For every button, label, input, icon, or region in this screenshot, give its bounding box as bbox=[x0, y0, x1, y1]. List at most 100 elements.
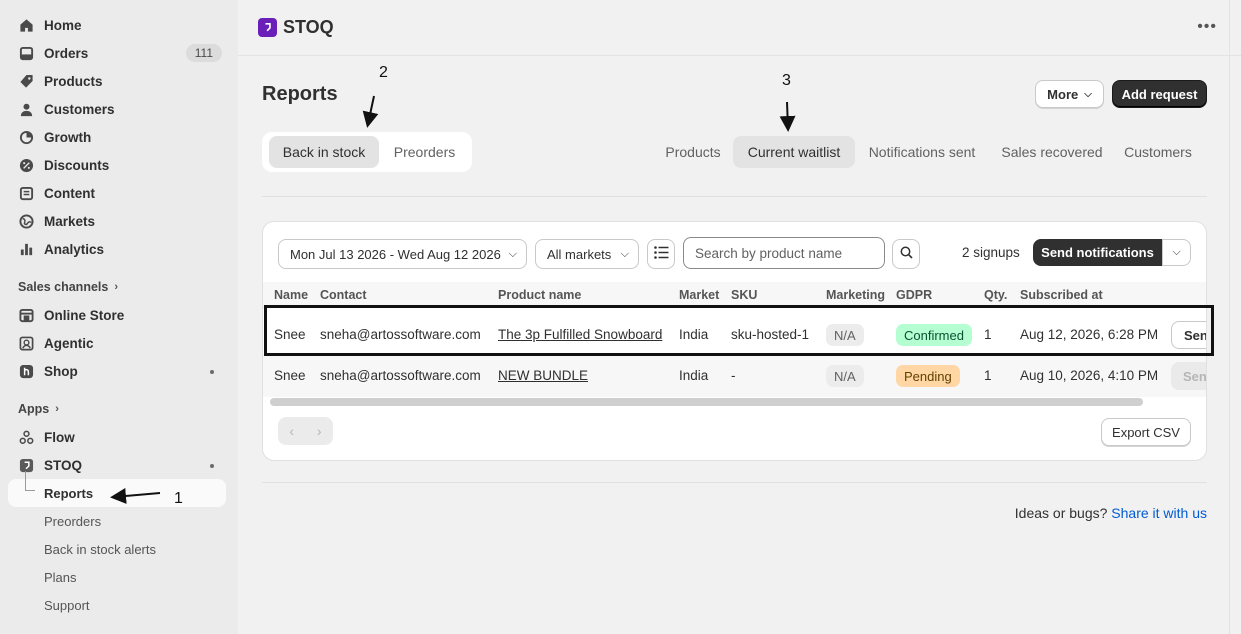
discount-icon bbox=[18, 157, 34, 173]
tab-notifications-sent[interactable]: Notifications sent bbox=[861, 136, 983, 168]
chevron-down-icon: ⌵ bbox=[1172, 246, 1181, 258]
sub-nav-preorders[interactable]: Preorders bbox=[0, 507, 238, 535]
sub-nav-back-in-stock-alerts[interactable]: Back in stock alerts bbox=[0, 535, 238, 563]
columns-toggle-button[interactable] bbox=[647, 239, 675, 269]
market-select[interactable]: All markets ⌵ bbox=[535, 239, 639, 269]
cell-contact: sneha@artossoftware.com bbox=[320, 368, 481, 383]
next-page-icon[interactable]: › bbox=[317, 423, 322, 439]
sub-nav-label: Preorders bbox=[44, 513, 102, 529]
nav-agentic[interactable]: Agentic bbox=[0, 329, 238, 357]
tab-customers[interactable]: Customers bbox=[1118, 136, 1198, 168]
more-label: More bbox=[1047, 86, 1079, 102]
sub-nav-plans[interactable]: Plans bbox=[0, 563, 238, 591]
more-button[interactable]: More ⌵ bbox=[1035, 80, 1104, 108]
table-row[interactable]: Snee sneha@artossoftware.com NEW BUNDLE … bbox=[263, 356, 1206, 397]
tab-current-waitlist[interactable]: Current waitlist bbox=[733, 136, 855, 168]
column-header[interactable]: SKU bbox=[731, 288, 757, 302]
sub-nav-support[interactable]: Support bbox=[0, 591, 238, 619]
chevron-right-icon: › bbox=[114, 281, 118, 293]
export-csv-button[interactable]: Export CSV bbox=[1101, 418, 1191, 446]
nav-label: Flow bbox=[44, 429, 75, 445]
nav-analytics[interactable]: Analytics bbox=[0, 235, 238, 263]
sidebar: Home Orders 111 Products Customers Growt… bbox=[0, 0, 238, 634]
sales-channels-heading[interactable]: Sales channels › bbox=[0, 273, 238, 301]
add-request-button[interactable]: Add request bbox=[1112, 80, 1207, 108]
date-range-picker[interactable]: Mon Jul 13 2026 - Wed Aug 12 2026 ⌵ bbox=[278, 239, 527, 269]
cell-market: India bbox=[679, 368, 709, 383]
send-notifications-button[interactable]: Send notifications bbox=[1033, 239, 1162, 266]
sub-nav-label: Reports bbox=[44, 485, 94, 501]
tab-sales-recovered[interactable]: Sales recovered bbox=[994, 136, 1110, 168]
chevron-down-icon: ⌵ bbox=[508, 247, 517, 260]
agentic-icon bbox=[18, 335, 34, 351]
sub-nav-label: Support bbox=[44, 597, 90, 613]
column-header[interactable]: GDPR bbox=[896, 288, 932, 302]
nav-home[interactable]: Home bbox=[0, 11, 238, 39]
annotation-number-3: 3 bbox=[782, 72, 791, 89]
tree-connector bbox=[25, 471, 35, 491]
nav-customers[interactable]: Customers bbox=[0, 95, 238, 123]
previous-page-icon[interactable]: ‹ bbox=[289, 423, 294, 439]
annotation-number-2: 2 bbox=[379, 64, 388, 81]
sub-nav-reports[interactable]: Reports bbox=[8, 471, 226, 507]
nav-products[interactable]: Products bbox=[0, 67, 238, 95]
column-header[interactable]: Contact bbox=[320, 288, 367, 302]
app-title: STOQ bbox=[283, 17, 334, 37]
search-input[interactable] bbox=[683, 237, 885, 269]
signups-count: 2 signups bbox=[962, 245, 1020, 260]
annotation-number-1: 1 bbox=[174, 490, 183, 507]
nav-label: Agentic bbox=[44, 335, 94, 351]
divider bbox=[262, 482, 1207, 483]
column-header[interactable]: Name bbox=[274, 288, 308, 302]
sub-nav-label: Plans bbox=[44, 569, 77, 585]
tab-products[interactable]: Products bbox=[653, 136, 733, 168]
nav-online-store[interactable]: Online Store bbox=[0, 301, 238, 329]
segment-back-in-stock[interactable]: Back in stock bbox=[269, 136, 379, 168]
section-label: Sales channels bbox=[18, 280, 109, 294]
column-header[interactable]: Qty. bbox=[984, 288, 1007, 302]
stoq-logo-icon bbox=[258, 18, 277, 37]
more-actions-icon[interactable]: ••• bbox=[1197, 18, 1217, 36]
apps-heading[interactable]: Apps › bbox=[0, 395, 238, 423]
cell-sku: - bbox=[731, 368, 736, 383]
column-header[interactable]: Subscribed at bbox=[1020, 288, 1103, 302]
table-horizontal-scrollbar[interactable] bbox=[270, 398, 1143, 406]
page-scrollbar[interactable] bbox=[1229, 0, 1241, 634]
growth-icon bbox=[18, 129, 34, 145]
nav-label: Shop bbox=[44, 363, 78, 379]
segment-preorders[interactable]: Preorders bbox=[382, 136, 467, 168]
nav-discounts[interactable]: Discounts bbox=[0, 151, 238, 179]
nav-label: Home bbox=[44, 17, 82, 33]
status-dot bbox=[210, 370, 214, 374]
nav-label: Analytics bbox=[44, 241, 105, 257]
row-send-button-disabled: Send bbox=[1171, 362, 1206, 390]
marketing-badge: N/A bbox=[826, 365, 864, 387]
annotation-highlight-box bbox=[264, 305, 1214, 356]
chevron-down-icon: ⌵ bbox=[620, 247, 629, 260]
send-options-dropdown[interactable]: ⌵ bbox=[1162, 239, 1191, 266]
nav-label: Online Store bbox=[44, 307, 125, 323]
share-feedback-link[interactable]: Share it with us bbox=[1111, 505, 1207, 521]
app-topbar: STOQ ••• bbox=[238, 0, 1241, 56]
orders-icon bbox=[18, 45, 34, 61]
list-icon bbox=[653, 246, 669, 262]
nav-content[interactable]: Content bbox=[0, 179, 238, 207]
sub-nav-label: Back in stock alerts bbox=[44, 541, 156, 557]
market-value: All markets bbox=[547, 246, 612, 262]
nav-shop[interactable]: Shop bbox=[0, 357, 238, 385]
pagination: ‹ › bbox=[278, 417, 333, 445]
nav-growth[interactable]: Growth bbox=[0, 123, 238, 151]
column-header[interactable]: Product name bbox=[498, 288, 581, 302]
column-header[interactable]: Marketing bbox=[826, 288, 885, 302]
shop-icon bbox=[18, 363, 34, 379]
nav-orders[interactable]: Orders 111 bbox=[0, 39, 238, 67]
product-link[interactable]: NEW BUNDLE bbox=[498, 368, 588, 383]
nav-markets[interactable]: Markets bbox=[0, 207, 238, 235]
nav-stoq[interactable]: STOQ bbox=[0, 451, 238, 479]
nav-flow[interactable]: Flow bbox=[0, 423, 238, 451]
person-icon bbox=[18, 101, 34, 117]
nav-label: Orders bbox=[44, 45, 89, 61]
search-button[interactable] bbox=[892, 239, 920, 269]
page-title: Reports bbox=[262, 83, 338, 105]
column-header[interactable]: Market bbox=[679, 288, 719, 302]
